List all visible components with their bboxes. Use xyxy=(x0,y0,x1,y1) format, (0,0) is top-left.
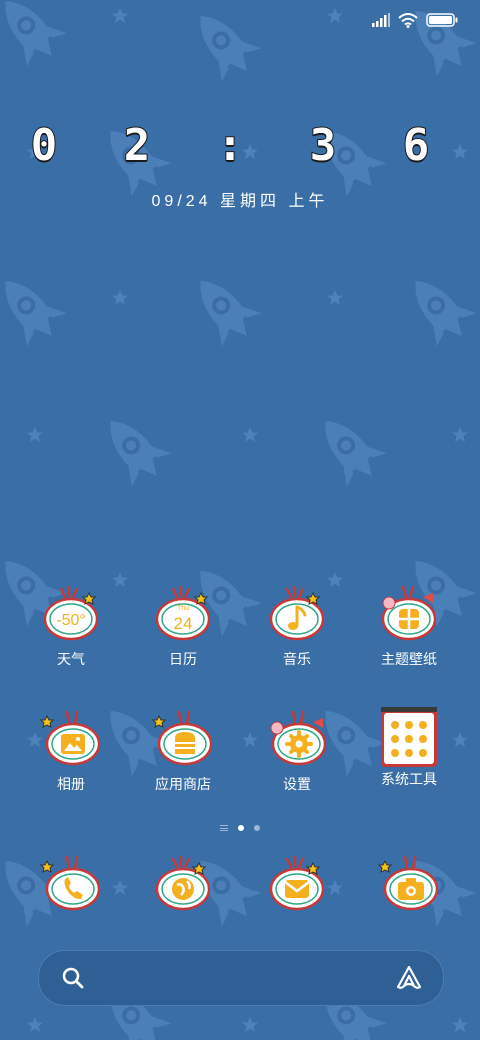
calendar-date: 24 xyxy=(174,614,193,633)
phone-icon xyxy=(39,855,101,911)
weather-temp: -50° xyxy=(56,612,86,629)
wifi-icon xyxy=(398,12,418,28)
app-label: 日历 xyxy=(169,651,197,667)
search-bar[interactable] xyxy=(38,950,444,1006)
dock-phone[interactable] xyxy=(16,855,126,911)
app-label: 相册 xyxy=(57,776,85,792)
calendar-icon: Thu 24 xyxy=(155,585,211,641)
battery-icon xyxy=(426,13,458,27)
weather-icon: -50° xyxy=(43,585,99,641)
app-settings[interactable]: 设置 xyxy=(242,710,352,794)
page-dot[interactable] xyxy=(254,825,260,831)
settings-icon xyxy=(270,710,327,766)
app-store-icon xyxy=(151,710,213,766)
app-gallery[interactable]: 相册 xyxy=(16,710,126,794)
app-theme[interactable]: 主题壁纸 xyxy=(354,585,464,669)
search-icon[interactable] xyxy=(61,966,85,990)
app-music[interactable]: 音乐 xyxy=(242,585,352,669)
calendar-day: Thu xyxy=(177,605,189,612)
app-label: 设置 xyxy=(283,776,311,792)
page-menu-icon[interactable] xyxy=(220,825,228,831)
app-label: 音乐 xyxy=(283,651,311,667)
messages-icon xyxy=(269,855,325,911)
signal-icon xyxy=(372,13,390,27)
app-label: 系统工具 xyxy=(381,771,437,787)
dock-messages[interactable] xyxy=(242,855,352,911)
app-label: 主题壁纸 xyxy=(381,651,437,667)
clock-date: 09/24 星期四 上午 xyxy=(151,193,329,210)
assistant-icon[interactable] xyxy=(395,965,423,991)
theme-icon xyxy=(381,585,437,641)
page-indicator[interactable] xyxy=(0,825,480,831)
app-label: 应用商店 xyxy=(155,776,211,792)
dock-camera[interactable] xyxy=(354,855,464,911)
dock-browser[interactable] xyxy=(128,855,238,911)
app-app-store[interactable]: 应用商店 xyxy=(128,710,238,794)
camera-icon xyxy=(377,855,439,911)
page-dot-active[interactable] xyxy=(238,825,244,831)
app-weather[interactable]: -50° 天气 xyxy=(16,585,126,669)
app-folder-system-tools[interactable]: 系统工具 xyxy=(354,705,464,789)
browser-icon xyxy=(155,855,211,911)
music-icon xyxy=(269,585,325,641)
app-label: 天气 xyxy=(57,651,85,667)
clock-widget[interactable]: 0 2 : 3 6 09/24 星期四 上午 xyxy=(0,119,480,211)
gallery-icon xyxy=(39,710,101,766)
status-bar xyxy=(372,10,458,30)
app-calendar[interactable]: Thu 24 日历 xyxy=(128,585,238,669)
folder-icon xyxy=(381,707,437,767)
clock-time: 0 2 : 3 6 xyxy=(30,119,450,172)
